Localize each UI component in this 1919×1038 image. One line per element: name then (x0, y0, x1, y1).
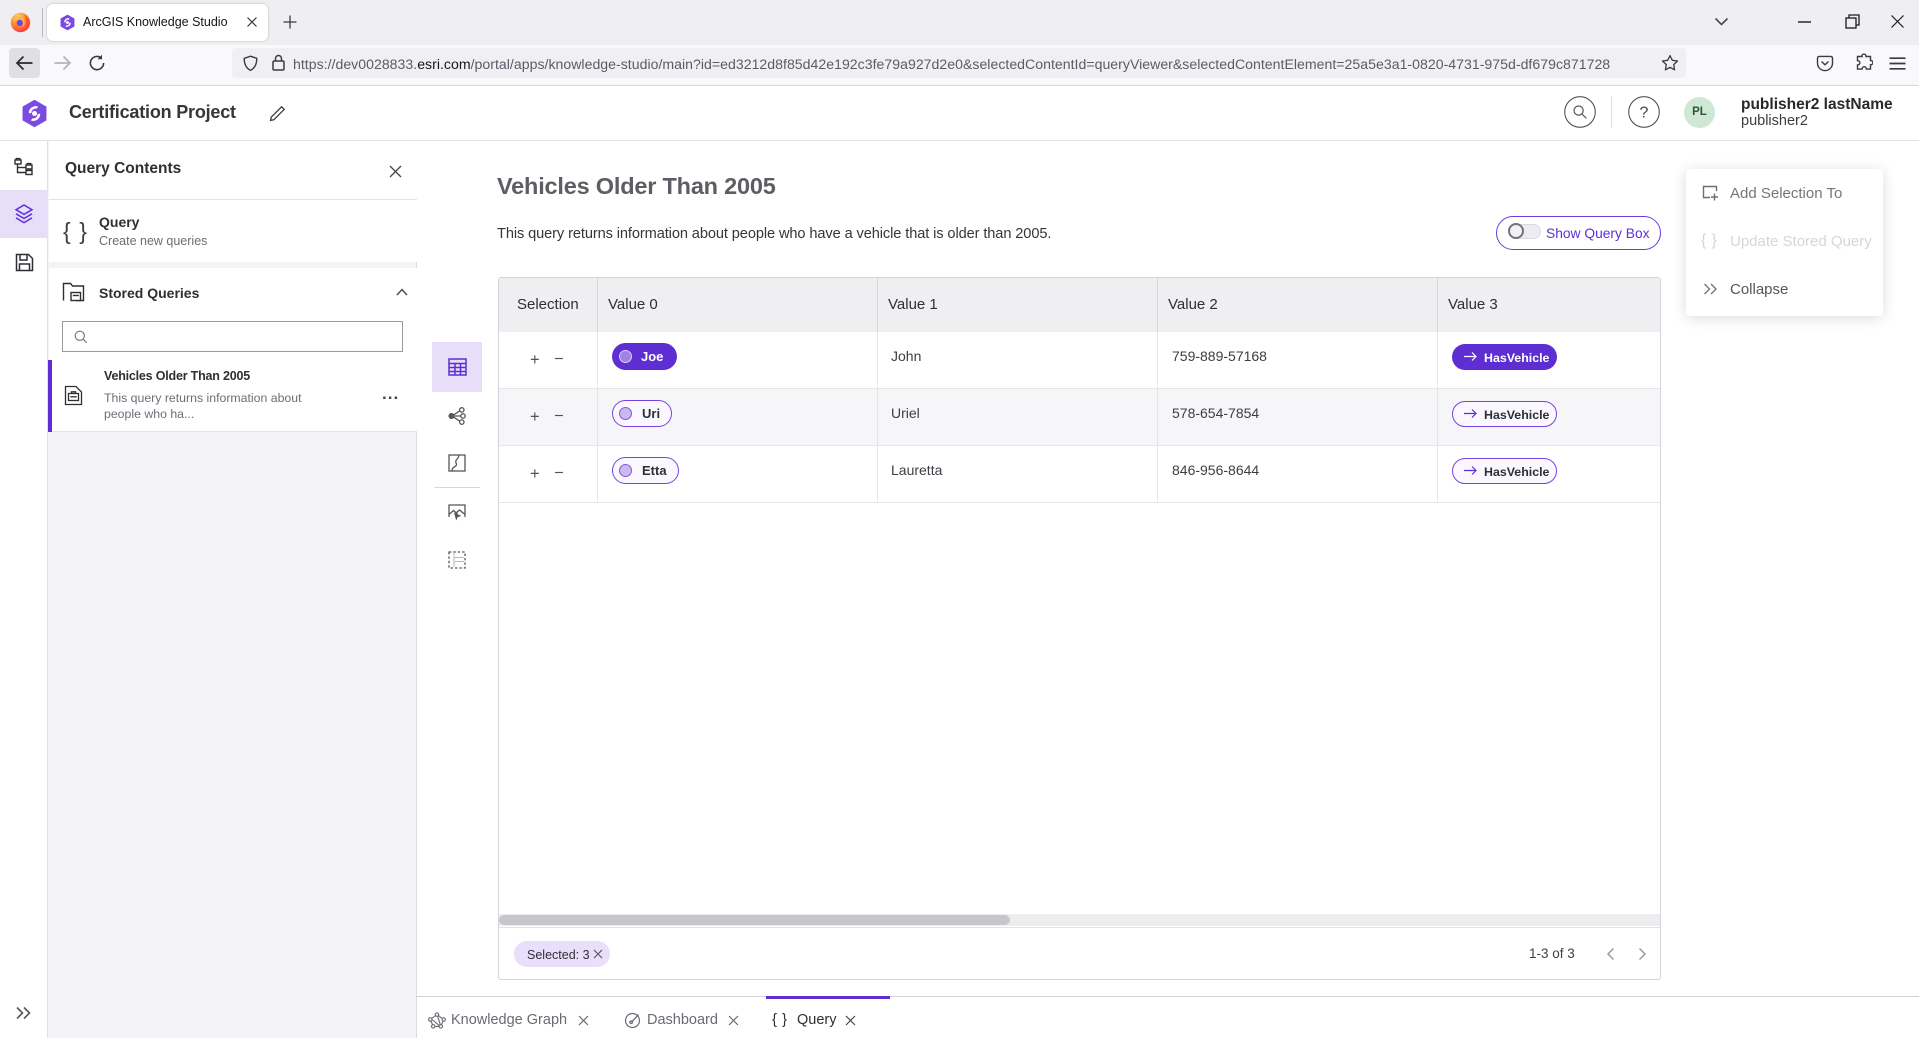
svg-text:?: ? (1640, 105, 1649, 122)
